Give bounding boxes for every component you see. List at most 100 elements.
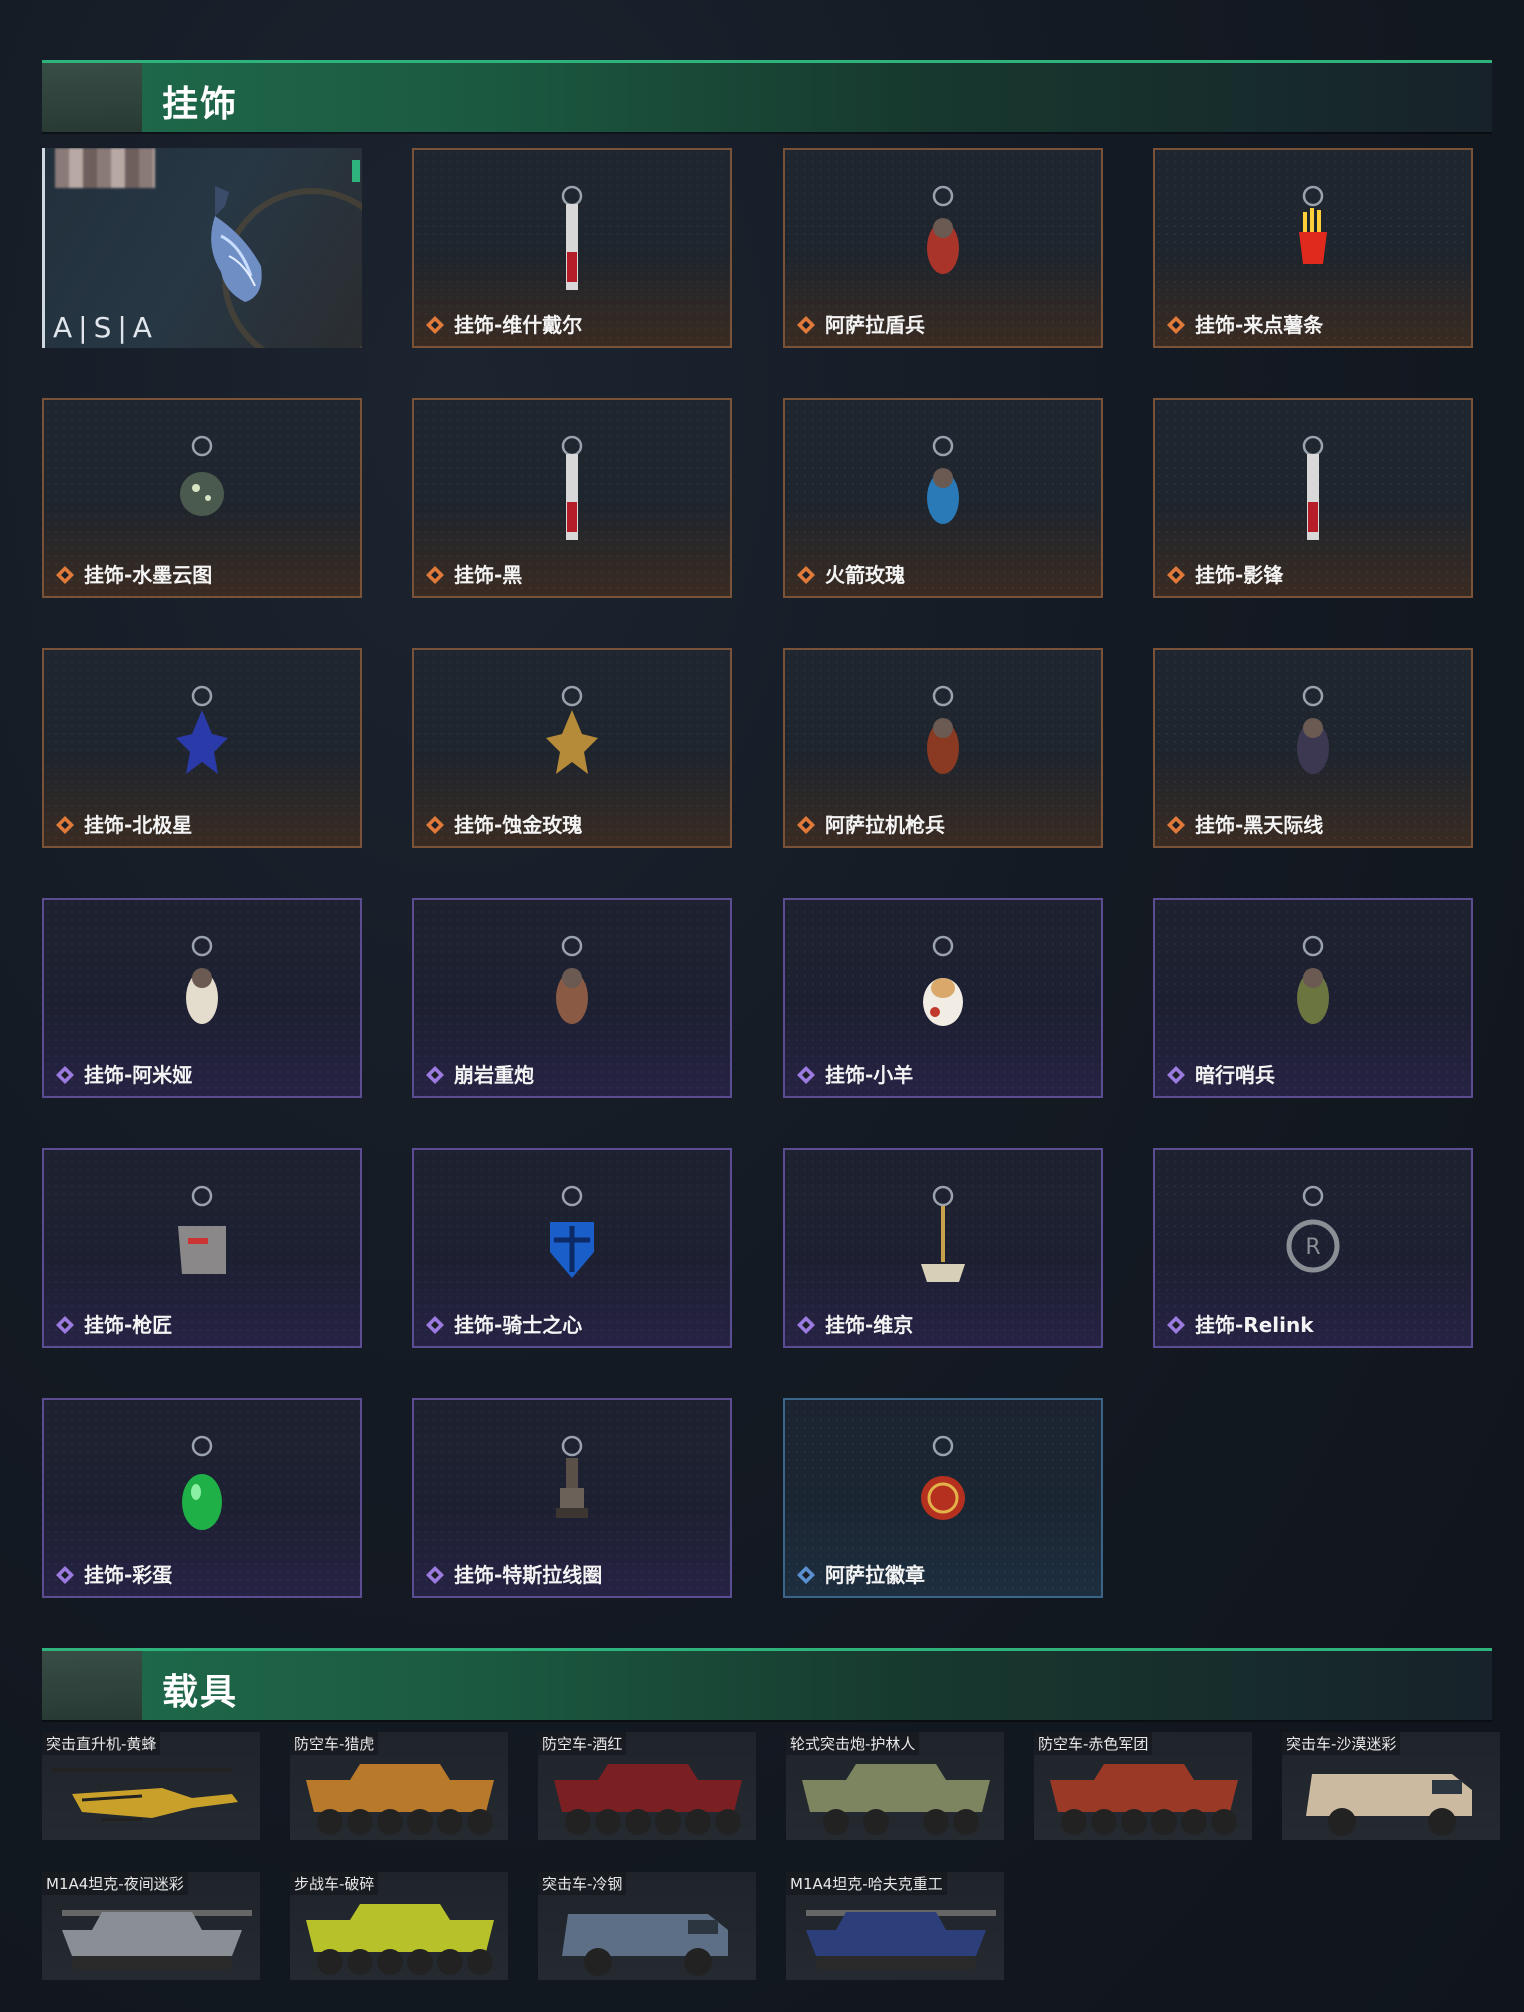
figure-charm-icon	[1283, 682, 1343, 796]
ornament-label: 挂饰-蚀金玫瑰	[454, 813, 583, 837]
ornament-card[interactable]: 挂饰-特斯拉线圈	[412, 1398, 732, 1598]
vehicle-card[interactable]: 突击直升机-黄蜂	[42, 1732, 260, 1840]
rarity-diamond-icon	[797, 566, 815, 584]
ornament-label: 挂饰-Relink	[1195, 1313, 1314, 1337]
vehicle-card[interactable]: 防空车-酒红	[538, 1732, 756, 1840]
rarity-diamond-icon	[56, 566, 74, 584]
ornament-label: 挂饰-黑天际线	[1195, 813, 1324, 837]
rarity-diamond-icon	[56, 1066, 74, 1084]
rarity-diamond-icon	[797, 816, 815, 834]
ornament-card[interactable]: 挂饰-小羊	[783, 898, 1103, 1098]
ornament-label: 挂饰-骑士之心	[454, 1313, 583, 1337]
ornament-card[interactable]: 阿萨拉徽章	[783, 1398, 1103, 1598]
ornament-card[interactable]: 挂饰-彩蛋	[42, 1398, 362, 1598]
ornament-card[interactable]: 挂饰-水墨云图	[42, 398, 362, 598]
vehicle-label: 步战车-破碎	[290, 1872, 379, 1895]
ornament-card[interactable]: 挂饰-影锋	[1153, 398, 1473, 598]
ornament-label: 挂饰-阿米娅	[84, 1063, 193, 1087]
rarity-diamond-icon	[1167, 816, 1185, 834]
ornament-label: 暗行哨兵	[1195, 1063, 1275, 1087]
bunny-charm-icon	[172, 932, 232, 1046]
ornament-card[interactable]: 挂饰-骑士之心	[412, 1148, 732, 1348]
ornament-card[interactable]: R 挂饰-Relink	[1153, 1148, 1473, 1348]
blade-charm-icon	[1283, 432, 1343, 546]
ornament-label: 挂饰-黑	[454, 563, 523, 587]
rarity-diamond-icon	[1167, 566, 1185, 584]
featured-ornament-card[interactable]: A|S|A	[42, 148, 362, 348]
egg-charm-icon	[172, 1432, 232, 1546]
sentry-charm-icon	[1283, 932, 1343, 1046]
brand-text: A|S|A	[53, 311, 158, 344]
rarity-diamond-icon	[1167, 1316, 1185, 1334]
vehicle-card[interactable]: 步战车-破碎	[290, 1872, 508, 1980]
ornament-card[interactable]: 崩岩重炮	[412, 898, 732, 1098]
svg-text:R: R	[1305, 1235, 1320, 1260]
ornament-label: 挂饰-小羊	[825, 1063, 914, 1087]
ornament-card[interactable]: 挂饰-枪匠	[42, 1148, 362, 1348]
ornament-card[interactable]: 火箭玫瑰	[783, 398, 1103, 598]
ornament-card[interactable]: 挂饰-黑	[412, 398, 732, 598]
ornament-label: 阿萨拉机枪兵	[825, 813, 945, 837]
ornament-label: 挂饰-枪匠	[84, 1313, 173, 1337]
ornament-card[interactable]: 挂饰-维什戴尔	[412, 148, 732, 348]
ornament-label: 阿萨拉盾兵	[825, 313, 925, 337]
ornament-card[interactable]: 挂饰-黑天际线	[1153, 648, 1473, 848]
rarity-diamond-icon	[426, 1066, 444, 1084]
rarity-diamond-icon	[426, 566, 444, 584]
ornament-card[interactable]: 挂饰-维京	[783, 1148, 1103, 1348]
ornament-label: 崩岩重炮	[454, 1063, 534, 1087]
ornament-label: 挂饰-来点薯条	[1195, 313, 1324, 337]
ornament-card[interactable]: 挂饰-北极星	[42, 648, 362, 848]
gunsmith-charm-icon	[172, 1182, 232, 1296]
vehicle-label: 防空车-酒红	[538, 1732, 627, 1755]
vehicle-label: 防空车-赤色军团	[1034, 1732, 1153, 1755]
ornament-label: 阿萨拉徽章	[825, 1563, 925, 1587]
gold-rose-charm-icon	[542, 682, 602, 796]
rarity-diamond-icon	[426, 1566, 444, 1584]
ornament-card[interactable]: 挂饰-蚀金玫瑰	[412, 648, 732, 848]
shield-soldier-charm-icon	[913, 182, 973, 296]
vehicle-card[interactable]: 防空车-赤色军团	[1034, 1732, 1252, 1840]
blurred-badge	[55, 148, 155, 188]
rarity-diamond-icon	[797, 316, 815, 334]
ornament-card[interactable]: 阿萨拉盾兵	[783, 148, 1103, 348]
ornament-card[interactable]: 挂饰-阿米娅	[42, 898, 362, 1098]
vehicle-card[interactable]: 防空车-猎虎	[290, 1732, 508, 1840]
vehicle-label: 突击车-冷钢	[538, 1872, 627, 1895]
vehicle-card[interactable]: 突击车-沙漠迷彩	[1282, 1732, 1500, 1840]
vehicle-label: 突击直升机-黄蜂	[42, 1732, 161, 1755]
ornament-card[interactable]: 暗行哨兵	[1153, 898, 1473, 1098]
blade-charm-icon	[542, 182, 602, 296]
hammer-charm-icon	[913, 1182, 973, 1296]
ornament-card[interactable]: 阿萨拉机枪兵	[783, 648, 1103, 848]
rarity-diamond-icon	[797, 1316, 815, 1334]
relink-charm-icon: R	[1283, 1182, 1343, 1296]
rocket-rose-charm-icon	[913, 432, 973, 546]
ornament-label: 挂饰-水墨云图	[84, 563, 213, 587]
blade-charm-icon	[542, 432, 602, 546]
cannon-charm-icon	[542, 932, 602, 1046]
ornament-card[interactable]: 挂饰-来点薯条	[1153, 148, 1473, 348]
rarity-diamond-icon	[797, 1066, 815, 1084]
knight-heart-charm-icon	[542, 1182, 602, 1296]
sphere-charm-icon	[172, 432, 232, 546]
ornament-label: 挂饰-彩蛋	[84, 1563, 173, 1587]
vehicle-card[interactable]: M1A4坦克-哈夫克重工	[786, 1872, 1004, 1980]
vehicle-card[interactable]: 突击车-冷钢	[538, 1872, 756, 1980]
section-header-ornaments: 挂饰	[42, 60, 1492, 132]
sheep-charm-icon	[913, 932, 973, 1046]
vehicle-label: 轮式突击炮-护林人	[786, 1732, 920, 1755]
crystal-ornament-icon	[211, 186, 262, 302]
rarity-diamond-icon	[1167, 316, 1185, 334]
vehicle-card[interactable]: 轮式突击炮-护林人	[786, 1732, 1004, 1840]
rarity-diamond-icon	[1167, 1066, 1185, 1084]
corner-tag	[352, 160, 360, 182]
vehicle-label: M1A4坦克-哈夫克重工	[786, 1872, 947, 1895]
ornament-label: 火箭玫瑰	[825, 563, 905, 587]
rarity-diamond-icon	[426, 316, 444, 334]
rarity-diamond-icon	[56, 1566, 74, 1584]
ornament-label: 挂饰-影锋	[1195, 563, 1284, 587]
vehicle-card[interactable]: M1A4坦克-夜间迷彩	[42, 1872, 260, 1980]
section-title-vehicles: 载具	[162, 1672, 239, 1713]
ornament-label: 挂饰-特斯拉线圈	[454, 1563, 603, 1587]
